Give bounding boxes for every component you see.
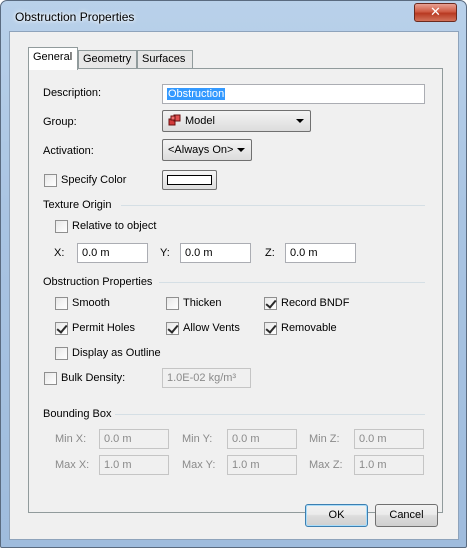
max-x-input[interactable]: 1.0 m	[99, 455, 169, 475]
title-bar[interactable]: Obstruction Properties ✕	[1, 1, 466, 31]
display-as-outline-checkbox[interactable]	[55, 347, 68, 360]
texture-origin-divider	[121, 205, 425, 206]
obstruction-properties-dialog: Obstruction Properties ✕ General Geometr…	[0, 0, 467, 548]
group-select[interactable]: Model	[162, 110, 311, 132]
obstruction-properties-title: Obstruction Properties	[43, 276, 153, 288]
permit-holes-label: Permit Holes	[72, 322, 135, 334]
removable-label: Removable	[281, 322, 337, 334]
min-z-input[interactable]: 0.0 m	[354, 429, 424, 449]
max-x-label: Max X:	[55, 459, 90, 471]
removable-checkbox[interactable]	[264, 322, 277, 335]
description-input[interactable]: Obstruction	[162, 84, 425, 104]
bulk-density-label: Bulk Density:	[61, 372, 126, 384]
thicken-checkbox[interactable]	[166, 297, 179, 310]
group-label: Group:	[43, 116, 77, 128]
min-x-label: Min X:	[55, 433, 87, 445]
max-z-input[interactable]: 1.0 m	[354, 455, 424, 475]
cancel-button[interactable]: Cancel	[375, 504, 438, 527]
texture-x-input[interactable]: 0.0 m	[77, 243, 148, 263]
min-y-label: Min Y:	[182, 433, 213, 445]
record-bndf-checkbox[interactable]	[264, 297, 277, 310]
close-button[interactable]: ✕	[414, 3, 457, 22]
ok-button[interactable]: OK	[305, 504, 368, 527]
tab-general[interactable]: General	[28, 47, 78, 70]
tab-geometry[interactable]: Geometry	[78, 50, 137, 69]
relative-to-object-checkbox[interactable]	[55, 220, 68, 233]
color-swatch	[167, 175, 212, 185]
min-x-input[interactable]: 0.0 m	[99, 429, 169, 449]
obstruction-properties-divider	[159, 282, 425, 283]
activation-label: Activation:	[43, 145, 94, 157]
color-picker-button[interactable]	[162, 170, 217, 190]
chevron-down-icon	[237, 148, 245, 152]
permit-holes-checkbox[interactable]	[55, 322, 68, 335]
activation-value: <Always On>	[168, 144, 234, 156]
group-value: Model	[185, 115, 215, 127]
specify-color-checkbox[interactable]	[44, 174, 57, 187]
dialog-client-area: General Geometry Surfaces Description: O…	[9, 31, 459, 540]
min-y-input[interactable]: 0.0 m	[227, 429, 297, 449]
chevron-down-icon	[296, 119, 304, 123]
description-label: Description:	[43, 87, 102, 99]
activation-select[interactable]: <Always On>	[162, 139, 252, 161]
texture-y-input[interactable]: 0.0 m	[180, 243, 251, 263]
bulk-density-input[interactable]: 1.0E-02 kg/m³	[162, 368, 251, 388]
smooth-label: Smooth	[72, 297, 110, 309]
allow-vents-label: Allow Vents	[183, 322, 240, 334]
specify-color-label: Specify Color	[61, 174, 127, 186]
max-y-input[interactable]: 1.0 m	[227, 455, 297, 475]
texture-z-input[interactable]: 0.0 m	[285, 243, 356, 263]
thicken-label: Thicken	[183, 297, 222, 309]
texture-origin-title: Texture Origin	[43, 199, 112, 211]
description-value: Obstruction	[167, 88, 226, 100]
relative-to-object-label: Relative to object	[72, 220, 157, 232]
smooth-checkbox[interactable]	[55, 297, 68, 310]
max-z-label: Max Z:	[309, 459, 343, 471]
window-title: Obstruction Properties	[15, 10, 135, 24]
texture-x-label: X:	[54, 247, 65, 259]
bounding-box-title: Bounding Box	[43, 408, 112, 420]
bounding-box-divider	[115, 414, 425, 415]
display-as-outline-label: Display as Outline	[72, 347, 161, 359]
max-y-label: Max Y:	[182, 459, 216, 471]
bulk-density-checkbox[interactable]	[44, 372, 57, 385]
allow-vents-checkbox[interactable]	[166, 322, 179, 335]
texture-z-label: Z:	[265, 247, 275, 259]
model-icon	[168, 114, 181, 126]
close-icon: ✕	[430, 5, 441, 20]
record-bndf-label: Record BNDF	[281, 297, 350, 309]
tab-surfaces[interactable]: Surfaces	[137, 50, 193, 69]
general-tab-panel: Description: Obstruction Group: Model Ac…	[28, 68, 443, 513]
texture-y-label: Y:	[160, 247, 170, 259]
min-z-label: Min Z:	[309, 433, 340, 445]
